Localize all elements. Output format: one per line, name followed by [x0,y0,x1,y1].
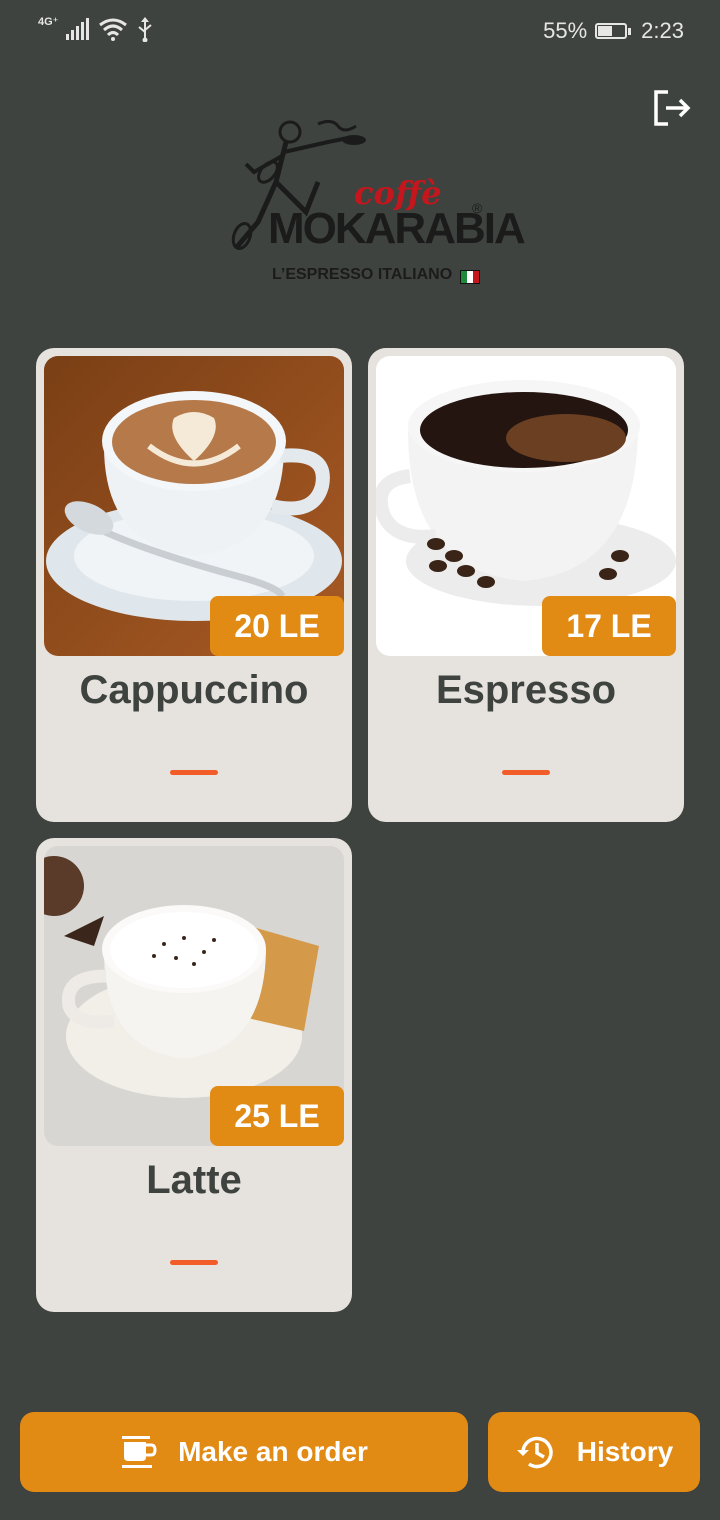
product-card-latte[interactable]: 25 LE Latte [36,838,352,1312]
battery-percent: 55% [543,18,588,43]
history-button[interactable]: History [488,1412,700,1492]
price-badge: 25 LE [210,1086,344,1146]
product-name: Latte [146,1158,242,1202]
network-type: 4G⁺ [38,15,59,28]
clock: 2:23 [641,18,684,43]
status-bar: 4G⁺ 55% 2:23 [0,0,720,62]
card-divider [170,770,218,775]
product-card-espresso[interactable]: 17 LE Espresso [368,348,684,822]
card-divider [502,770,550,775]
history-icon [516,1436,553,1469]
product-name: Cappuccino [79,668,309,712]
make-order-label: Make an order [178,1436,368,1467]
signal-icon [66,18,90,40]
logo-registered-mark: ® [472,200,483,216]
usb-icon [138,17,153,42]
logo-tagline: L’ESPRESSO ITALIANO [272,266,453,283]
history-label: History [576,1436,674,1467]
status-right: 55% 2:23 [543,18,684,44]
product-card-cappuccino[interactable]: 20 LE Cappuccino [36,348,352,822]
logout-icon [654,90,691,126]
card-divider [170,1260,218,1265]
battery-level [598,26,613,36]
price-badge: 17 LE [542,596,676,656]
wifi-icon [99,18,128,41]
italian-flag-icon [460,270,480,284]
coffee-cup-icon [122,1436,157,1468]
logout-button[interactable] [650,86,694,130]
logo-brand-text: MOKARABIA [268,204,526,253]
battery-icon [595,23,632,39]
brand-logo: coffè MOKARABIA ® L’ESPRESSO ITALIANO [228,112,526,294]
price-badge: 20 LE [210,596,344,656]
make-order-button[interactable]: Make an order [20,1412,468,1492]
status-left: 4G⁺ [38,16,154,42]
product-name: Espresso [435,668,617,712]
